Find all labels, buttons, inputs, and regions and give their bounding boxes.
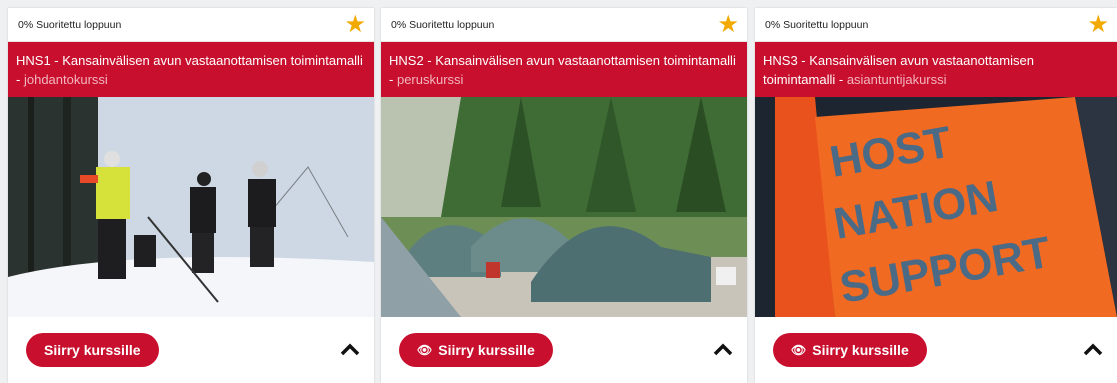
favorite-star-icon[interactable]: ★ xyxy=(344,12,366,37)
course-title-suffix: peruskurssi xyxy=(396,72,464,87)
course-card-hns1: 0% Suoritettu loppuun ★ HNS1 - Kansainvä… xyxy=(8,8,374,383)
go-to-course-label: Siirry kurssille xyxy=(438,342,535,358)
course-image-hns-vest[interactable]: HOST NATION SUPPORT xyxy=(755,97,1117,317)
course-card-hns3: 0% Suoritettu loppuun ★ HNS3 - Kansainvä… xyxy=(755,8,1117,383)
card-footer: 👁 Siirry kurssille xyxy=(755,317,1117,383)
progress-text: 0% Suoritettu loppuun xyxy=(18,18,122,31)
course-card-hns2: 0% Suoritettu loppuun ★ HNS2 - Kansainvä… xyxy=(381,8,747,383)
go-to-course-button[interactable]: 👁 Siirry kurssille xyxy=(773,333,927,367)
favorite-star-icon[interactable]: ★ xyxy=(1087,12,1109,37)
chevron-up-icon[interactable] xyxy=(711,338,735,362)
progress-row: 0% Suoritettu loppuun ★ xyxy=(8,8,374,42)
chevron-up-icon[interactable] xyxy=(338,338,362,362)
course-title[interactable]: HNS1 - Kansainvälisen avun vastaanottami… xyxy=(8,42,374,97)
chevron-up-icon[interactable] xyxy=(1081,338,1105,362)
eye-icon: 👁 xyxy=(417,343,433,357)
card-footer: 👁 Siirry kurssille xyxy=(381,317,747,383)
progress-text: 0% Suoritettu loppuun xyxy=(765,18,869,31)
progress-row: 0% Suoritettu loppuun ★ xyxy=(381,8,747,42)
course-title[interactable]: HNS2 - Kansainvälisen avun vastaanottami… xyxy=(381,42,747,97)
go-to-course-label: Siirry kurssille xyxy=(812,342,909,358)
eye-icon: 👁 xyxy=(791,343,807,357)
course-title[interactable]: HNS3 - Kansainvälisen avun vastaanottami… xyxy=(755,42,1117,97)
course-image-snow-hikers[interactable] xyxy=(8,97,374,317)
go-to-course-button[interactable]: 👁 Siirry kurssille xyxy=(399,333,553,367)
course-title-suffix: johdantokurssi xyxy=(23,72,108,87)
card-footer: Siirry kurssille xyxy=(8,317,374,383)
go-to-course-button[interactable]: Siirry kurssille xyxy=(26,333,159,367)
course-title-suffix: asiantuntijakurssi xyxy=(846,72,947,87)
progress-text: 0% Suoritettu loppuun xyxy=(391,18,495,31)
progress-row: 0% Suoritettu loppuun ★ xyxy=(755,8,1117,42)
favorite-star-icon[interactable]: ★ xyxy=(717,12,739,37)
course-image-tent-camp[interactable] xyxy=(381,97,747,317)
go-to-course-label: Siirry kurssille xyxy=(44,342,141,358)
